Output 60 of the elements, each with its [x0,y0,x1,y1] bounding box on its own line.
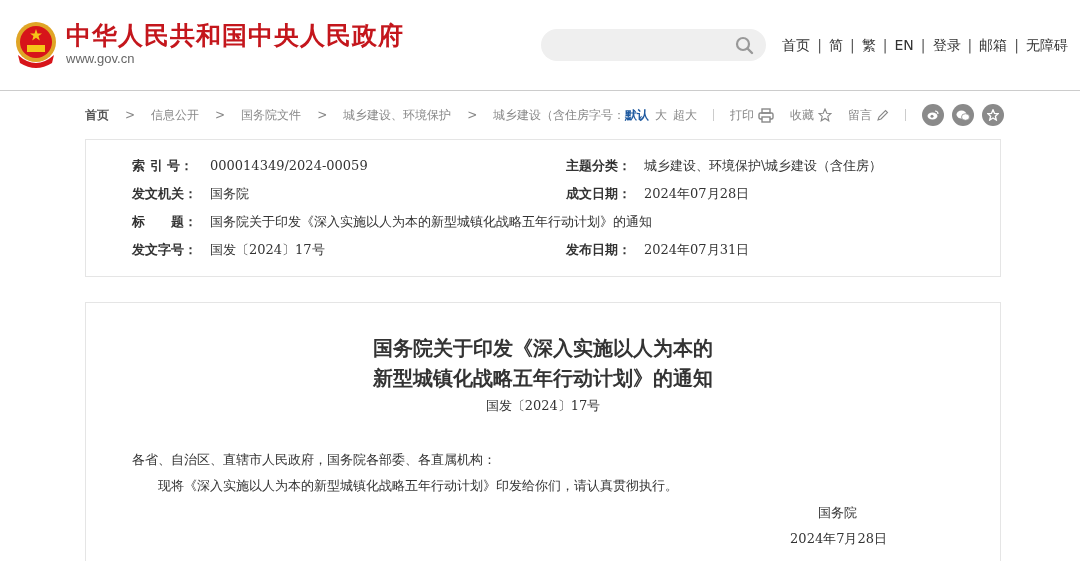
field-value: 国发〔2024〕17号 [210,241,325,260]
document-date: 2024年7月28日 [790,529,887,548]
field-label: 发文字号： [132,241,198,260]
field-label: 主题分类： [566,157,632,176]
breadcrumb-link[interactable]: 城乡建设（含住房 [493,106,590,124]
field-label: 成文日期： [566,185,632,204]
nav-link[interactable]: 邮箱 [979,34,1008,56]
separator: | [920,35,926,56]
breadcrumb-link[interactable]: 城乡建设、环境保护 [343,106,452,124]
field-label: 发文机关： [132,185,198,204]
breadcrumb-separator: > [317,107,328,124]
pencil-icon [876,108,890,122]
nav-link[interactable]: 无障碍 [1026,34,1068,56]
article-title: 新型城镇化战略五年行动计划》的通知 [373,365,713,392]
search-icon[interactable] [735,36,755,55]
breadcrumb-link[interactable]: 信息公开 [151,106,200,124]
wechat-icon[interactable] [952,104,975,126]
paragraph: 现将《深入实施以人为本的新型城镇化战略五年行动计划》印发给你们，请认真贯彻执行。 [157,477,679,496]
field-value: 国务院关于印发《深入实施以人为本的新型城镇化战略五年行动计划》的通知 [210,213,652,232]
separator: | [882,35,888,56]
search-field[interactable] [541,29,767,61]
star-icon [818,108,833,122]
field-label: 发布日期： [566,241,632,260]
font-size-option[interactable]: 超大 [673,106,698,124]
breadcrumb-link[interactable]: 国务院文件 [241,106,302,124]
site-title[interactable]: 中华人民共和国中央人民政府 [66,21,404,49]
breadcrumb-separator: > [467,107,478,124]
signature: 国务院 [818,503,857,522]
document-number: 国发〔2024〕17号 [485,397,601,415]
separator: | [850,35,855,56]
field-value: 2024年07月28日 [644,185,750,204]
field-value: 000014349/2024-00059 [210,157,368,176]
weibo-icon[interactable] [922,104,945,126]
printer-icon [758,107,775,123]
nav-link[interactable]: 简 [829,34,844,56]
article-title: 国务院关于印发《深入实施以人为本的 [373,335,713,362]
field-label: 标 题： [132,213,198,232]
breadcrumb-separator: > [215,107,226,124]
separator: | [817,35,823,56]
emblem-icon[interactable] [14,21,58,69]
font-size-option[interactable]: 大 [655,106,668,124]
separator: | [1014,35,1019,56]
font-size-option[interactable]: 默认 [625,106,650,124]
toolbar-link[interactable]: 打印 [730,106,775,124]
separator: | [967,35,973,56]
field-value: 2024年07月31日 [644,241,750,260]
nav-link[interactable]: EN [894,34,914,56]
nav-link[interactable]: 首页 [782,34,811,56]
toolbar-link[interactable]: 留言 [848,106,890,124]
nav-link[interactable]: 繁 [861,34,876,56]
breadcrumb-link[interactable]: 首页 [85,106,109,124]
nav-link[interactable]: 登录 [932,34,961,56]
field-value: 国务院 [210,185,249,204]
salutation: 各省、自治区、直辖市人民政府，国务院各部委、各直属机构： [132,451,497,470]
font-size-label: 字号： [589,107,626,124]
field-value: 城乡建设、环境保护\城乡建设（含住房） [644,157,883,176]
site-domain: www.gov.cn [66,50,136,68]
field-label: 索 引 号： [132,157,195,176]
toolbar-link[interactable]: 收藏 [790,106,833,124]
breadcrumb-separator: > [125,107,136,124]
